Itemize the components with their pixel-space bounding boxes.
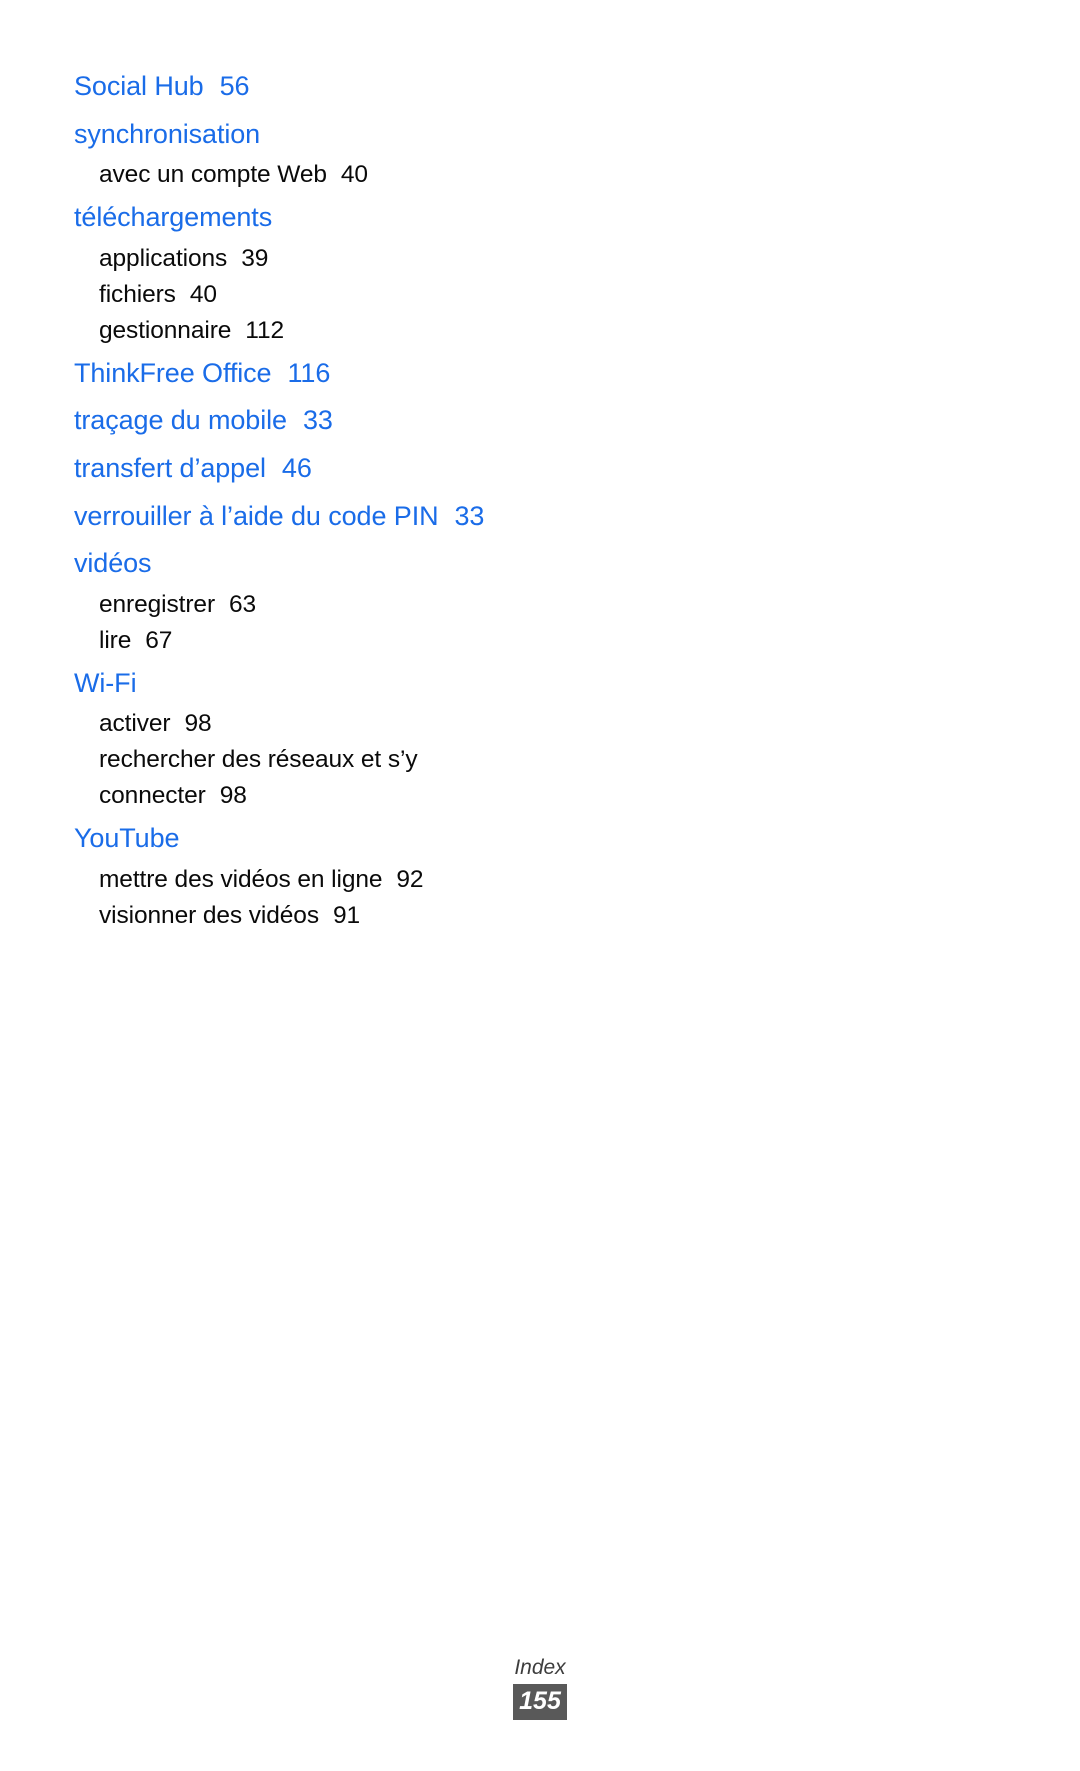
- index-sub-page: 63: [229, 590, 257, 618]
- index-main-term: transfert d’appel: [74, 452, 266, 483]
- index-group: Wi-Fi activer 98 rechercher des réseaux e…: [74, 661, 504, 815]
- index-main-entry[interactable]: transfert d’appel 46: [74, 446, 504, 492]
- index-sub-page: 98: [219, 782, 247, 810]
- index-sub-page: 40: [340, 161, 368, 189]
- index-page: Social Hub 56 synchronisation avec un com…: [0, 0, 1080, 1771]
- index-sub-term: enregistrer: [99, 590, 216, 618]
- index-sub-list: mettre des vidéos en ligne 92 visionner d…: [74, 862, 504, 934]
- index-main-entry[interactable]: Social Hub 56: [74, 64, 504, 110]
- index-main-page: 56: [219, 71, 250, 101]
- index-sub-page: 67: [145, 626, 173, 654]
- index-sub-term: mettre des vidéos en ligne: [99, 865, 383, 893]
- index-sub-entry[interactable]: mettre des vidéos en ligne 92: [99, 862, 499, 898]
- index-main-entry[interactable]: Wi-Fi: [74, 661, 504, 707]
- index-sub-list: activer 98 rechercher des réseaux et s’y …: [74, 706, 504, 814]
- index-sub-entry[interactable]: visionner des vidéos 91: [99, 898, 499, 934]
- index-sub-term: activer: [99, 710, 171, 738]
- index-main-term: verrouiller à l’aide du code PIN: [74, 500, 439, 531]
- index-sub-term: gestionnaire: [99, 316, 232, 344]
- index-sub-entry[interactable]: fichiers 40: [99, 277, 499, 313]
- index-main-entry[interactable]: vidéos: [74, 541, 504, 587]
- index-main-term: Social Hub: [74, 71, 204, 101]
- index-main-term: téléchargements: [74, 202, 273, 233]
- index-main-term: ThinkFree Office: [74, 357, 272, 388]
- index-sub-list: avec un compte Web 40: [74, 157, 504, 193]
- index-sub-list: enregistrer 63 lire 67: [74, 587, 504, 659]
- index-group: verrouiller à l’aide du code PIN 33: [74, 494, 504, 540]
- index-main-entry[interactable]: YouTube: [74, 816, 504, 862]
- index-group: synchronisation avec un compte Web 40: [74, 112, 504, 194]
- index-group: YouTube mettre des vidéos en ligne 92 vis…: [74, 816, 504, 934]
- footer-section-label: Index: [514, 1656, 566, 1679]
- index-sub-page: 98: [184, 710, 212, 738]
- index-sub-term: rechercher des réseaux et s’y connecter: [99, 746, 418, 810]
- index-main-entry[interactable]: verrouiller à l’aide du code PIN 33: [74, 494, 504, 540]
- index-main-page: 116: [287, 357, 331, 388]
- index-main-entry[interactable]: traçage du mobile 33: [74, 398, 504, 444]
- index-group: téléchargements applications 39 fichiers 4…: [74, 195, 504, 349]
- index-group: vidéos enregistrer 63 lire 67: [74, 541, 504, 659]
- index-main-page: 46: [281, 452, 312, 483]
- footer-page-number-badge: 155: [513, 1684, 567, 1720]
- index-sub-entry[interactable]: activer 98: [99, 706, 499, 742]
- index-entry-list: Social Hub 56 synchronisation avec un com…: [74, 64, 504, 936]
- index-sub-entry[interactable]: lire 67: [99, 623, 499, 659]
- index-sub-page: 112: [245, 316, 285, 344]
- index-sub-term: visionner des vidéos: [99, 901, 319, 929]
- page-footer: Index 155: [0, 1655, 1080, 1720]
- index-sub-page: 91: [332, 901, 361, 929]
- index-main-term: synchronisation: [74, 118, 261, 149]
- index-sub-term: applications: [99, 244, 228, 272]
- index-sub-entry[interactable]: rechercher des réseaux et s’y connecter 9…: [99, 742, 499, 814]
- index-group: transfert d’appel 46: [74, 446, 504, 492]
- index-main-term: traçage du mobile: [74, 405, 287, 436]
- index-main-term: YouTube: [74, 823, 180, 854]
- index-sub-page: 39: [241, 244, 269, 272]
- index-main-entry[interactable]: synchronisation: [74, 112, 504, 158]
- index-sub-entry[interactable]: enregistrer 63: [99, 587, 499, 623]
- index-sub-term: lire: [99, 626, 132, 654]
- index-sub-entry[interactable]: avec un compte Web 40: [99, 157, 499, 193]
- index-sub-entry[interactable]: gestionnaire 112: [99, 313, 499, 349]
- index-sub-entry[interactable]: applications 39: [99, 241, 499, 277]
- index-sub-list: applications 39 fichiers 40 gestionnaire 11…: [74, 241, 504, 349]
- index-main-term: vidéos: [74, 548, 152, 579]
- index-main-term: Wi-Fi: [74, 667, 137, 698]
- index-main-entry[interactable]: ThinkFree Office 116: [74, 351, 504, 397]
- index-main-entry[interactable]: téléchargements: [74, 195, 504, 241]
- index-main-page: 33: [302, 405, 333, 436]
- index-sub-page: 40: [189, 280, 217, 308]
- index-sub-page: 92: [396, 865, 424, 893]
- index-sub-term: avec un compte Web: [99, 161, 327, 189]
- index-main-page: 33: [454, 500, 485, 531]
- index-group: traçage du mobile 33: [74, 398, 504, 444]
- index-group: ThinkFree Office 116: [74, 351, 504, 397]
- index-sub-term: fichiers: [99, 280, 176, 308]
- index-group: Social Hub 56: [74, 64, 504, 110]
